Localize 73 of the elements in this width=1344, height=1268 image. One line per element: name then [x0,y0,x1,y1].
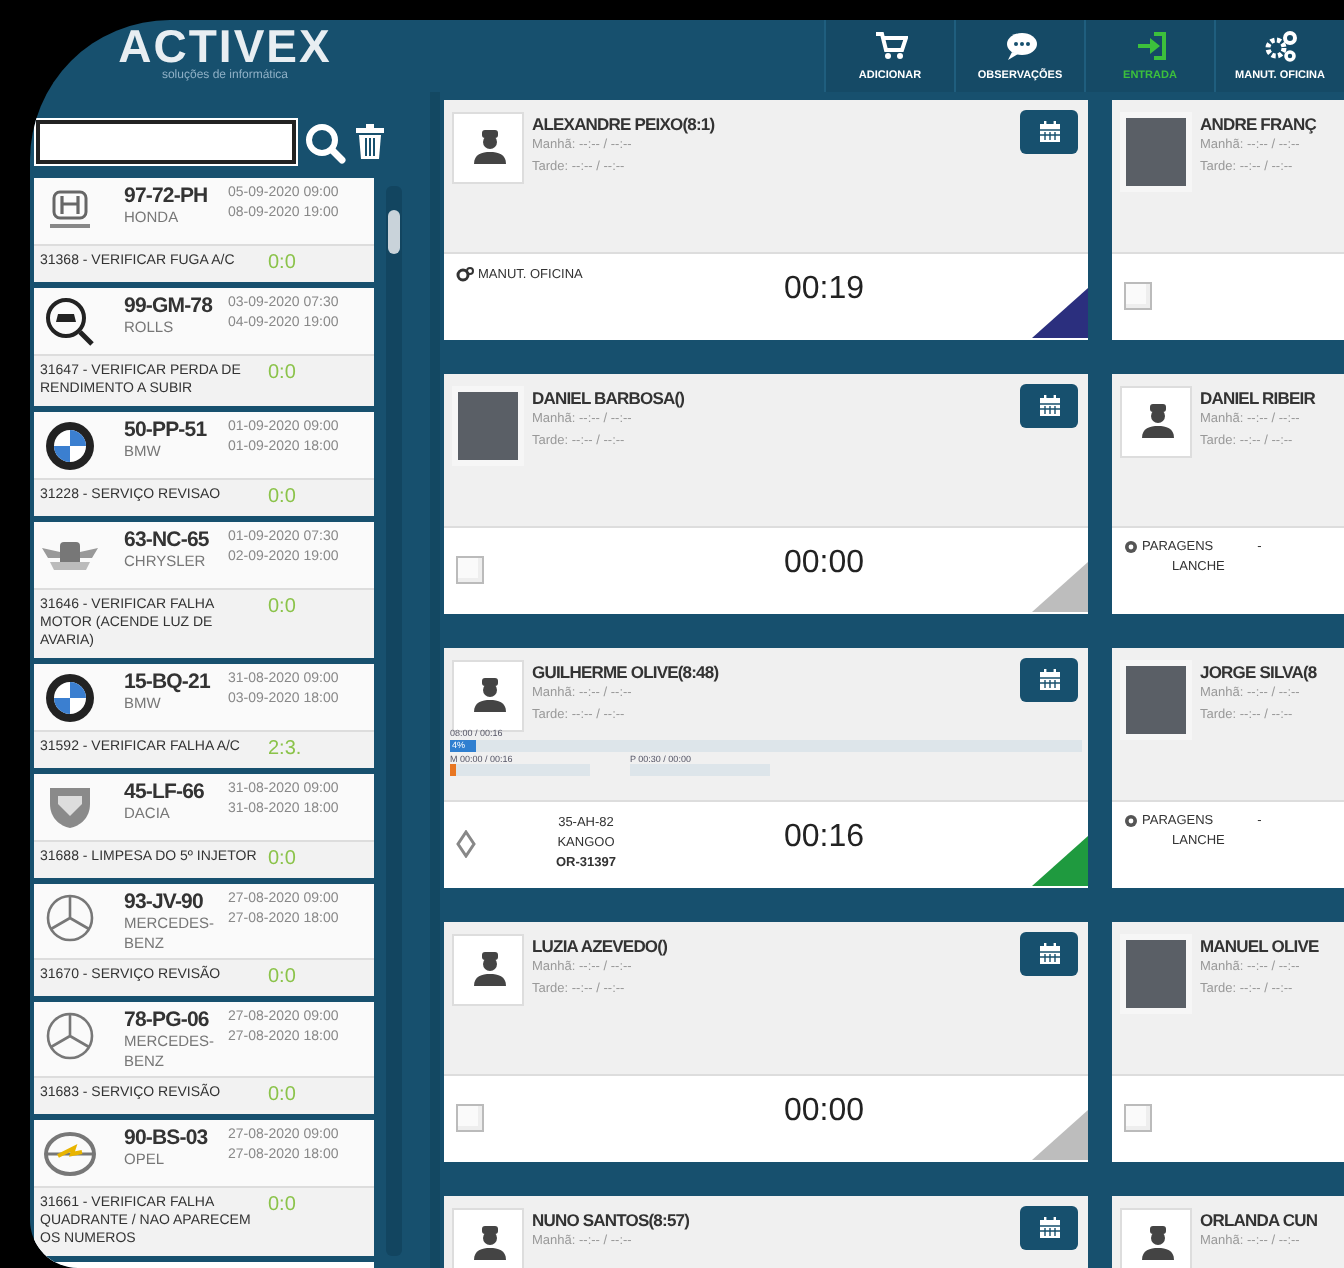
calendar-icon [1037,120,1061,144]
time-counter: 0:0 [268,252,296,274]
time-counter: 0:0 [268,1084,296,1106]
diamond-logo [456,830,476,858]
time-counter: 0:0 [268,362,296,384]
photo-placeholder [1120,660,1192,740]
calendar-icon [1037,668,1061,692]
app-logo: ACTIVEX [118,22,332,70]
time-counter: 0:0 [268,486,296,508]
plate-number: 90-BS-03 [124,1126,210,1150]
plate-number: 50-PP-51 [124,418,209,442]
user-silhouette-icon [474,678,506,712]
plate-number: 97-72-PH [124,184,210,208]
plate-number: 45-LF-66 [124,780,206,804]
timer: 00:00 [784,546,865,582]
plate-number: 78-PG-06 [124,1008,211,1032]
user-silhouette-icon [474,1226,506,1260]
brand-logo [40,670,100,726]
worker-name: LUZIA AZEVEDO() [532,936,668,956]
plate-number: 99-GM-78 [124,294,215,318]
user-silhouette-icon [474,130,506,164]
gears-icon [456,266,474,282]
brand-logo [40,1126,100,1182]
timer: 00:19 [784,272,865,308]
time-counter: 0:0 [268,596,296,618]
calendar-button[interactable] [1020,384,1078,428]
time-counter: 0:0 [268,848,296,870]
brand-logo [40,418,100,474]
timer: 00:00 [784,1094,865,1130]
scrollbar[interactable] [386,186,402,1256]
plate-number: 63-NC-65 [124,528,211,552]
photo-placeholder [1120,112,1192,192]
worker-name: DANIEL RIBEIR [1200,388,1315,408]
search-field[interactable] [36,120,296,164]
time-counter: 2:3. [268,738,302,760]
photo-placeholder [452,386,524,466]
checkbox[interactable] [1124,282,1152,310]
calendar-button[interactable] [1020,932,1078,976]
plate-number: 15-BQ-21 [124,670,212,694]
m-bar [450,764,590,776]
time-counter: 0:0 [268,966,296,988]
gears-icon [1263,30,1297,62]
chat-icon [1003,30,1037,62]
photo-placeholder [1120,934,1192,1014]
worker-name: NUNO SANTOS(8:57) [532,1210,690,1230]
calendar-button[interactable] [1020,658,1078,702]
pin-icon [1124,540,1138,554]
checkbox[interactable] [456,556,484,584]
time-counter: 0:0 [268,1194,296,1216]
checkbox[interactable] [1124,1104,1152,1132]
pin-icon [1124,814,1138,828]
checkbox[interactable] [456,1104,484,1132]
worker-name: ALEXANDRE PEIXO(8:1) [532,114,715,134]
plate-number: 93-JV-90 [124,890,205,914]
trash-icon[interactable] [354,122,386,162]
worker-name: ANDRE FRANÇ [1200,114,1316,134]
user-silhouette-icon [1142,404,1174,438]
search-icon[interactable] [304,121,346,163]
user-silhouette-icon [1142,1226,1174,1260]
calendar-icon [1037,1216,1061,1240]
user-silhouette-icon [474,952,506,986]
calendar-button[interactable] [1020,1206,1078,1250]
worker-name: GUILHERME OLIVE(8:48) [532,662,719,682]
worker-name: ORLANDA CUN [1200,1210,1318,1230]
worker-name: MANUEL OLIVE [1200,936,1319,956]
worker-name: DANIEL BARBOSA() [532,388,685,408]
sign-in-icon [1133,30,1167,62]
timer: 00:16 [784,820,865,856]
cart-icon [873,30,907,62]
calendar-button[interactable] [1020,110,1078,154]
worker-name: JORGE SILVA(8 [1200,662,1317,682]
calendar-icon [1037,942,1061,966]
calendar-icon [1037,394,1061,418]
